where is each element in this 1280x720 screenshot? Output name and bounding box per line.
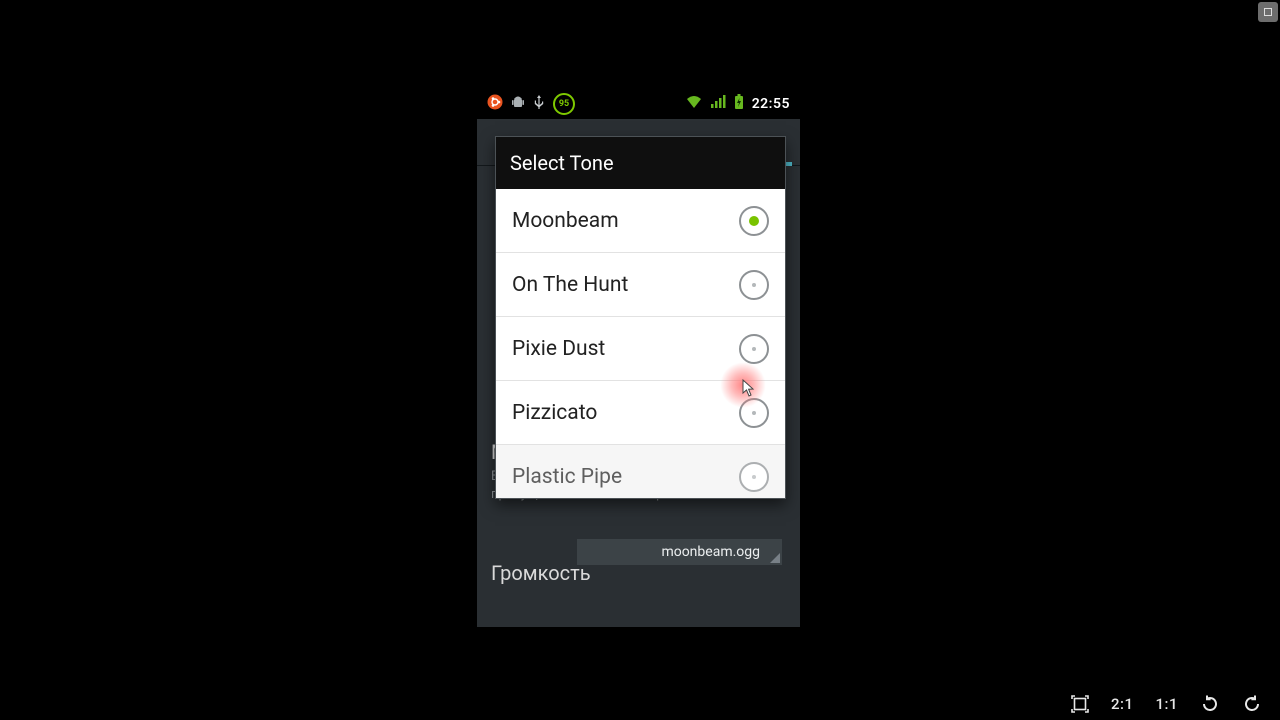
rotate-cw-icon[interactable] (1242, 694, 1262, 714)
emulator-bottom-bar: 2:1 1:1 (0, 688, 1280, 720)
battery-percent-icon: 95 (553, 93, 575, 115)
tone-row-moonbeam[interactable]: Moonbeam (496, 189, 785, 253)
tone-row-onthehunt[interactable]: On The Hunt (496, 253, 785, 317)
statusbar: 95 22:55 (477, 89, 800, 119)
fullscreen-icon[interactable] (1071, 695, 1089, 713)
tone-row-plasticpipe[interactable]: Plastic Pipe (496, 445, 785, 498)
tone-label: Pixie Dust (512, 337, 605, 361)
dialog-title: Select Tone (496, 137, 785, 189)
radio-icon[interactable] (739, 206, 769, 236)
signal-icon (710, 95, 726, 113)
battery-percent-value: 95 (559, 99, 569, 109)
radio-icon[interactable] (739, 398, 769, 428)
desktop-corner-button[interactable] (1258, 2, 1278, 22)
phone-frame: 95 22:55 Предпочтения Мелодия Выберите м… (477, 89, 800, 627)
select-tone-dialog: Select Tone Moonbeam On The Hunt Pixie D… (495, 136, 786, 499)
tone-label: Plastic Pipe (512, 465, 622, 489)
zoom-ratio-1-1[interactable]: 1:1 (1155, 695, 1178, 713)
tone-label: On The Hunt (512, 273, 628, 297)
usb-icon (533, 94, 545, 114)
rotate-ccw-icon[interactable] (1200, 694, 1220, 714)
tone-label: Pizzicato (512, 401, 597, 425)
radio-icon[interactable] (739, 270, 769, 300)
tone-list[interactable]: Moonbeam On The Hunt Pixie Dust Pizzicat… (496, 189, 785, 498)
tone-row-pizzicato[interactable]: Pizzicato (496, 381, 785, 445)
battery-icon (734, 94, 744, 114)
ubuntu-icon (487, 94, 503, 114)
radio-icon[interactable] (739, 334, 769, 364)
status-clock: 22:55 (752, 96, 790, 112)
tone-row-pixiedust[interactable]: Pixie Dust (496, 317, 785, 381)
zoom-ratio-2-1[interactable]: 2:1 (1111, 695, 1134, 713)
radio-icon[interactable] (739, 462, 769, 492)
wifi-icon (686, 95, 702, 113)
tone-label: Moonbeam (512, 209, 619, 233)
android-icon (511, 94, 525, 114)
tone-file-value: moonbeam.ogg (661, 544, 760, 560)
tone-file-field[interactable]: moonbeam.ogg (577, 539, 782, 565)
